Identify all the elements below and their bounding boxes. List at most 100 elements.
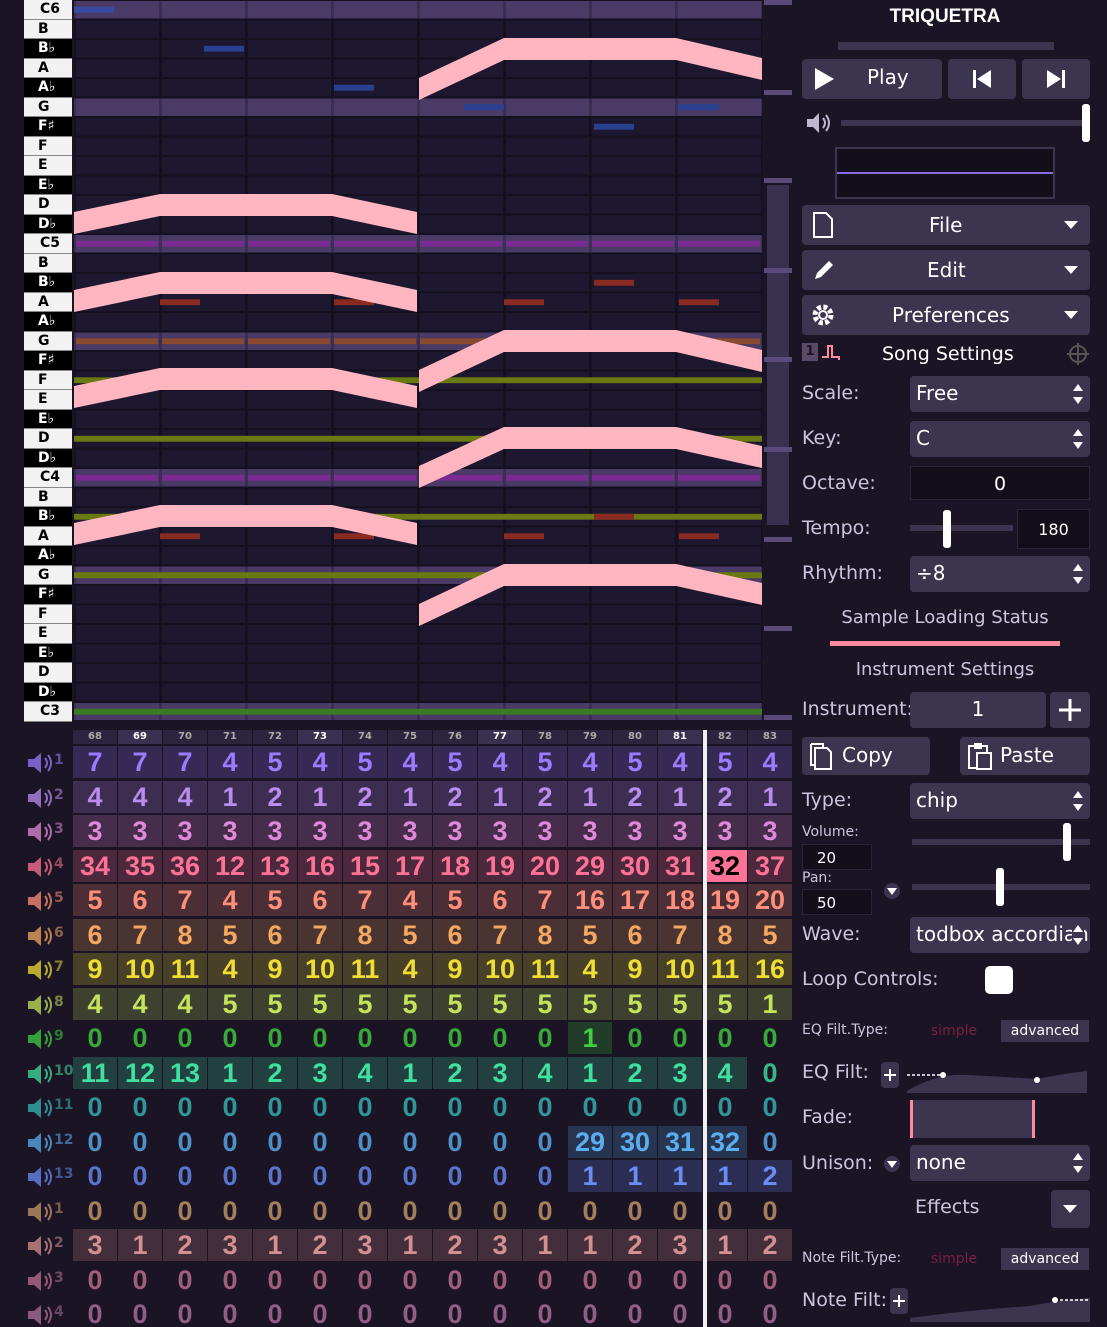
bar-number[interactable]: 81 <box>658 730 702 744</box>
pattern-cell[interactable]: 31 <box>658 1125 702 1158</box>
pattern-cell[interactable]: 0 <box>73 1298 117 1327</box>
channel-mute-button[interactable]: 11 <box>24 1091 73 1125</box>
pattern-cell[interactable]: 29 <box>568 849 612 882</box>
piano-key[interactable]: B♭ <box>24 39 72 59</box>
pattern-cell[interactable]: 5 <box>613 987 657 1020</box>
pattern-cell[interactable]: 0 <box>748 1264 792 1296</box>
pattern-cell[interactable]: 0 <box>163 1160 207 1192</box>
pattern-cell[interactable]: 0 <box>523 1264 567 1296</box>
bar-number[interactable]: 68 <box>73 730 117 744</box>
pattern-cell[interactable]: 0 <box>388 1022 432 1054</box>
pattern-cell[interactable]: 11 <box>163 953 207 985</box>
pattern-cell[interactable]: 2 <box>613 1056 657 1089</box>
pattern-cell[interactable]: 35 <box>118 849 162 882</box>
pattern-cell[interactable]: 3 <box>343 1229 387 1261</box>
piano-key[interactable]: B <box>24 19 72 39</box>
pattern-cell[interactable]: 1 <box>748 987 792 1020</box>
pattern-cell[interactable]: 5 <box>298 987 342 1020</box>
pattern-cell[interactable]: 1 <box>703 1160 747 1192</box>
pattern-cell[interactable]: 0 <box>163 1022 207 1054</box>
pattern-cell[interactable]: 3 <box>658 1056 702 1089</box>
pattern-cell[interactable]: 3 <box>163 815 207 847</box>
pattern-cell[interactable]: 0 <box>253 1022 297 1054</box>
pattern-cell[interactable]: 5 <box>703 746 747 778</box>
pattern-cell[interactable]: 32 <box>703 849 747 882</box>
instrument-select[interactable]: 1 <box>910 692 1046 728</box>
pattern-cell[interactable]: 0 <box>343 1264 387 1296</box>
pattern-cell[interactable]: 0 <box>343 1022 387 1054</box>
octave-scrollbar[interactable] <box>764 0 794 720</box>
bar-number[interactable]: 74 <box>343 730 387 744</box>
pattern-cell[interactable]: 4 <box>658 746 702 778</box>
bar-number[interactable]: 72 <box>253 730 297 744</box>
note-grid[interactable] <box>74 0 762 720</box>
rhythm-select[interactable]: ÷8 <box>910 556 1090 592</box>
pattern-cell[interactable]: 0 <box>388 1264 432 1296</box>
bar-number[interactable]: 80 <box>613 730 657 744</box>
pattern-cell[interactable]: 4 <box>478 746 522 778</box>
pattern-cell[interactable]: 30 <box>613 1125 657 1158</box>
pattern-cell[interactable]: 0 <box>433 1160 477 1192</box>
pattern-cell[interactable]: 0 <box>298 1160 342 1192</box>
pattern-cell[interactable]: 4 <box>298 746 342 778</box>
bar-number[interactable]: 79 <box>568 730 612 744</box>
master-volume-thumb[interactable] <box>1082 104 1090 142</box>
pattern-cell[interactable]: 1 <box>568 780 612 813</box>
pattern-cell[interactable]: 6 <box>613 918 657 951</box>
pattern-cell[interactable]: 0 <box>613 1298 657 1327</box>
pattern-cell[interactable]: 7 <box>73 746 117 778</box>
pattern-cell[interactable]: 0 <box>253 1195 297 1227</box>
pattern-cell[interactable]: 0 <box>343 1091 387 1123</box>
pattern-cell[interactable]: 0 <box>208 1264 252 1296</box>
pattern-cell[interactable]: 16 <box>298 849 342 882</box>
channel-mute-button[interactable]: 4 <box>24 850 70 884</box>
pattern-cell[interactable]: 0 <box>343 1160 387 1192</box>
pattern-cell[interactable]: 9 <box>433 953 477 985</box>
pattern-cell[interactable]: 0 <box>658 1022 702 1054</box>
pattern-cell[interactable]: 2 <box>343 780 387 813</box>
channel-mute-button[interactable]: 1 <box>24 746 70 780</box>
pattern-cell[interactable]: 0 <box>748 1091 792 1123</box>
pattern-cell[interactable]: 0 <box>298 1264 342 1296</box>
pattern-cell[interactable]: 4 <box>163 987 207 1020</box>
pattern-cell[interactable]: 19 <box>478 849 522 882</box>
pattern-editor[interactable]: 68 69 70 71 72 73 74 75 76 77 78 79 80 81 82 83 1 7 7 7 4 5 4 5… <box>24 730 795 1327</box>
pattern-cell[interactable]: 3 <box>433 815 477 847</box>
pattern-cell[interactable]: 0 <box>568 1264 612 1296</box>
pattern-cell[interactable]: 1 <box>568 1160 612 1192</box>
pattern-cell[interactable]: 32 <box>703 1125 747 1158</box>
pattern-cell[interactable]: 0 <box>208 1195 252 1227</box>
note-grid-canvas[interactable] <box>74 0 762 720</box>
pattern-cell[interactable]: 3 <box>478 1056 522 1089</box>
pattern-cell[interactable]: 0 <box>118 1264 162 1296</box>
eq-filter-curve[interactable] <box>907 1063 1087 1093</box>
pattern-cell[interactable]: 0 <box>523 1091 567 1123</box>
pattern-cell[interactable]: 6 <box>298 884 342 916</box>
piano-key[interactable]: G <box>24 565 72 585</box>
pattern-cell[interactable]: 5 <box>478 987 522 1020</box>
wave-select[interactable]: todbox accordian <box>910 917 1090 953</box>
pattern-cell[interactable]: 3 <box>343 815 387 847</box>
piano-key[interactable]: C3 <box>24 702 72 722</box>
channel-mute-button[interactable]: 4 <box>24 1298 70 1327</box>
pattern-cell[interactable]: 7 <box>163 746 207 778</box>
pattern-cell[interactable]: 3 <box>298 1056 342 1089</box>
piano-key[interactable]: C4 <box>24 468 72 488</box>
pattern-cell[interactable]: 0 <box>208 1298 252 1327</box>
pattern-cell[interactable]: 0 <box>478 1264 522 1296</box>
pattern-cell[interactable]: 0 <box>478 1126 522 1158</box>
pattern-cell[interactable]: 8 <box>163 918 207 951</box>
scale-select[interactable]: Free <box>910 376 1090 412</box>
pattern-cell[interactable]: 9 <box>253 953 297 985</box>
piano-key[interactable]: F <box>24 604 72 624</box>
pattern-cell[interactable]: 5 <box>433 746 477 778</box>
piano-key[interactable]: E♭ <box>24 409 72 429</box>
tempo-slider-thumb[interactable] <box>943 510 951 548</box>
pattern-cell[interactable]: 10 <box>118 953 162 985</box>
previous-bar-button[interactable] <box>948 59 1016 99</box>
pattern-cell[interactable]: 5 <box>388 987 432 1020</box>
pattern-cell[interactable]: 0 <box>118 1195 162 1227</box>
piano-key[interactable]: A♭ <box>24 312 72 332</box>
note-filter-curve[interactable] <box>910 1292 1090 1322</box>
song-settings-tab-icon[interactable]: 1 <box>802 343 842 363</box>
